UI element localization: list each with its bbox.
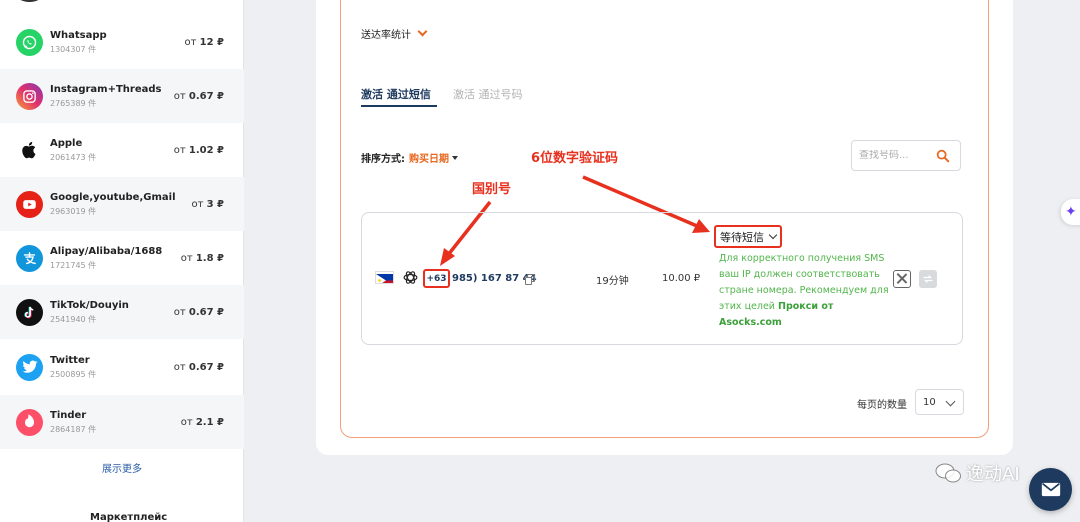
instagram-icon	[16, 82, 43, 110]
watermark-text: 逸动AI	[966, 464, 1020, 485]
sparkle-icon[interactable]: ✦	[1061, 199, 1080, 225]
service-count: 1304307 件	[50, 44, 97, 54]
sms-status-dropdown[interactable]: 等待短信	[714, 225, 782, 248]
search-icon[interactable]	[935, 148, 951, 164]
youtube-icon	[16, 190, 43, 218]
order-price: 10.00 ₽	[662, 273, 701, 284]
marketplace-heading: Маркетплейс	[90, 512, 168, 522]
service-item-tinder[interactable]: Tinder 2864187 件 от 2.1 ₽	[0, 395, 244, 449]
apple-icon	[16, 136, 43, 164]
wechat-icon	[935, 463, 961, 483]
whatsapp-icon	[16, 28, 43, 56]
cancel-order-button[interactable]	[893, 270, 911, 288]
openai-icon	[403, 271, 418, 284]
service-count: 2061473 件	[50, 152, 97, 162]
tab-activation-number[interactable]: 激活 通过号码	[453, 86, 523, 102]
per-page-select[interactable]: 10	[915, 389, 964, 415]
number-search	[851, 140, 961, 171]
service-item-instagram[interactable]: Instagram+Threads 2765389 件 от 0.67 ₽	[0, 69, 244, 123]
philippines-flag-icon	[375, 271, 394, 284]
service-item-whatsapp[interactable]: Whatsapp 1304307 件 от 12 ₽	[0, 15, 244, 69]
chevron-down-icon	[417, 26, 428, 37]
service-price: от 3 ₽	[191, 198, 224, 210]
service-price: от 1.8 ₽	[180, 252, 224, 264]
copy-icon[interactable]	[525, 274, 535, 285]
caret-down-icon	[452, 155, 458, 160]
service-name: Google,youtube,Gmail	[50, 191, 176, 203]
partial-service-icon	[16, 0, 43, 2]
service-item-alipay[interactable]: Alipay/Alibaba/1688 1721745 件 от 1.8 ₽	[0, 231, 244, 285]
phone-number: 985) 167 87 44	[452, 273, 537, 284]
service-item-tiktok[interactable]: TikTok/Douyin 2541940 件 от 0.67 ₽	[0, 285, 244, 339]
country-code: +63	[423, 269, 450, 288]
service-name: Apple	[50, 137, 83, 149]
service-name: TikTok/Douyin	[50, 299, 129, 311]
chevron-down-icon	[945, 396, 956, 407]
service-name: Whatsapp	[50, 29, 107, 41]
watermark: 逸动AI	[934, 460, 1020, 486]
code-annotation-label: 6位数字验证码	[531, 151, 619, 166]
refresh-icon	[923, 275, 933, 283]
tab-activation-sms[interactable]: 激活 通过短信	[361, 86, 431, 102]
per-page-value: 10	[923, 396, 936, 408]
service-price: от 2.1 ₽	[180, 416, 224, 428]
tiktok-icon	[16, 298, 43, 326]
service-price: от 12 ₽	[184, 36, 225, 48]
delivery-stats-label: 送达率统计	[361, 30, 411, 41]
active-tab-underline	[361, 105, 437, 107]
chevron-down-icon	[768, 230, 778, 240]
service-sidebar: Whatsapp 1304307 件 от 12 ₽ Instagram+Thr…	[0, 0, 244, 522]
tinder-icon	[16, 408, 43, 436]
ip-notice: Для корректного получения SMS ваш IP дол…	[719, 251, 889, 331]
service-name: Alipay/Alibaba/1688	[50, 245, 163, 257]
mail-icon	[1041, 482, 1060, 497]
per-page-label: 每页的数量	[857, 400, 907, 411]
support-chat-button[interactable]	[1029, 468, 1072, 511]
service-price: от 0.67 ₽	[173, 90, 224, 102]
country-code-annotation-label: 国别号	[472, 182, 512, 197]
service-count: 2765389 件	[50, 98, 97, 108]
status-label: 等待短信	[720, 230, 764, 244]
sort-control[interactable]: 排序方式: 购买日期	[361, 150, 458, 165]
service-count: 1721745 件	[50, 260, 97, 270]
alipay-icon	[16, 244, 43, 272]
show-more-link[interactable]: 展示更多	[0, 460, 244, 475]
service-count: 2500895 件	[50, 369, 97, 379]
search-input[interactable]	[859, 150, 937, 161]
service-count: 2864187 件	[50, 424, 97, 434]
service-item-apple[interactable]: Apple 2061473 件 от 1.02 ₽	[0, 123, 244, 177]
twitter-icon	[16, 353, 43, 381]
order-duration: 19分钟	[596, 276, 629, 287]
service-name: Tinder	[50, 409, 87, 421]
delivery-stats-toggle[interactable]: 送达率统计	[361, 26, 428, 41]
sort-label: 排序方式:	[361, 154, 405, 165]
service-count: 2541940 件	[50, 314, 97, 324]
service-name: Twitter	[50, 354, 90, 366]
service-count: 2963019 件	[50, 206, 97, 216]
service-item-google[interactable]: Google,youtube,Gmail 2963019 件 от 3 ₽	[0, 177, 244, 231]
service-price: от 0.67 ₽	[173, 306, 224, 318]
service-name: Instagram+Threads	[50, 83, 162, 95]
sort-value[interactable]: 购买日期	[409, 150, 449, 165]
service-item-twitter[interactable]: Twitter 2500895 件 от 0.67 ₽	[0, 340, 244, 394]
service-price: от 1.02 ₽	[173, 144, 224, 156]
service-price: от 0.67 ₽	[173, 361, 224, 373]
repeat-order-button[interactable]	[919, 270, 937, 288]
